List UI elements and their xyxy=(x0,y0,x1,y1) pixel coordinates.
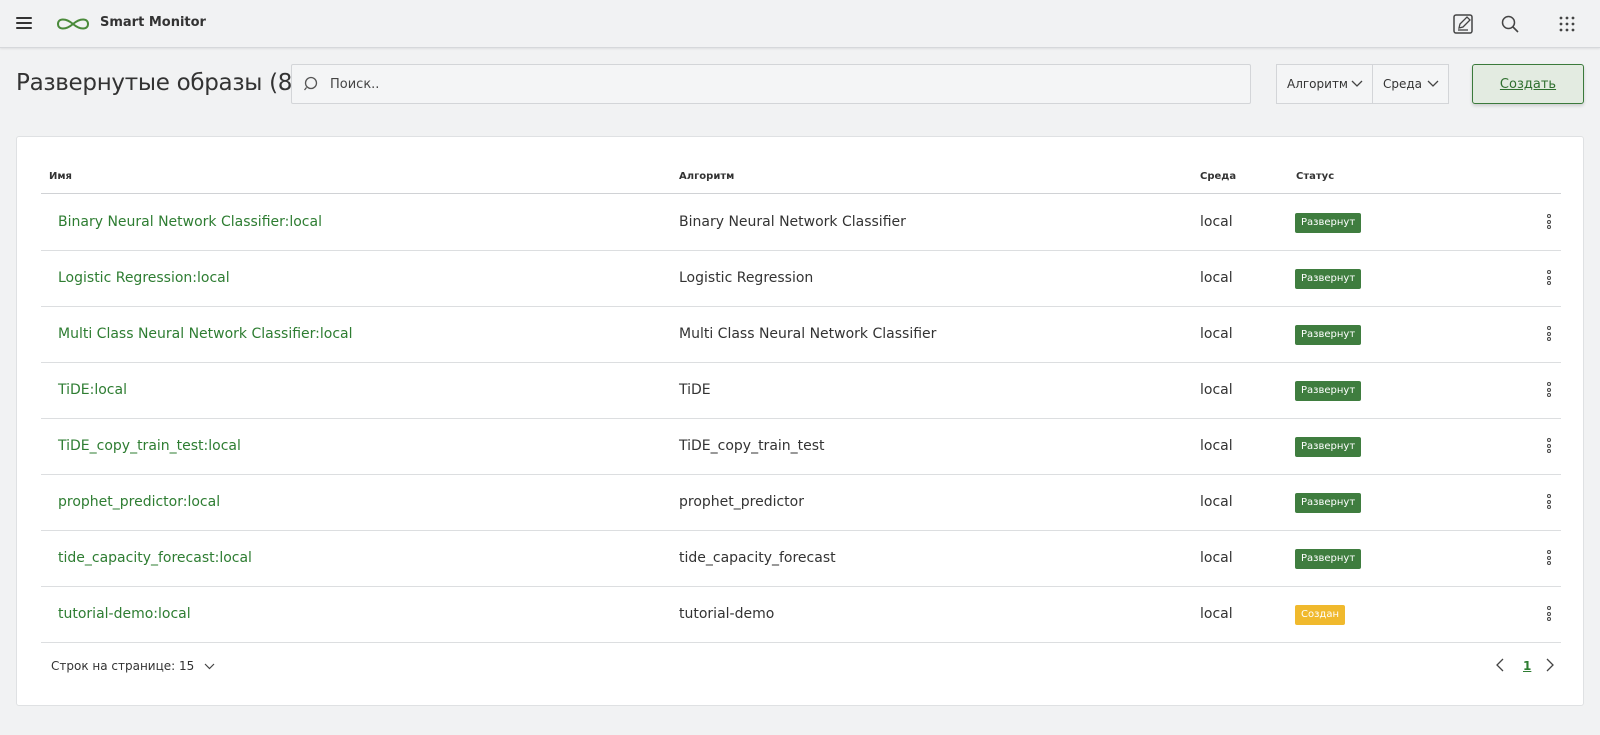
table-row[interactable]: TiDE:local TiDE local Развернут xyxy=(41,362,1561,419)
algorithm-cell: Binary Neural Network Classifier xyxy=(679,214,906,230)
status-badge: Развернут xyxy=(1295,437,1362,457)
more-actions-icon[interactable] xyxy=(1544,270,1554,288)
search-box xyxy=(291,64,1251,104)
page-title: Развернутые образы (8) xyxy=(16,70,301,96)
image-name-link[interactable]: prophet_predictor:local xyxy=(58,494,220,510)
status-badge: Развернут xyxy=(1295,213,1362,233)
image-name-link[interactable]: Multi Class Neural Network Classifier:lo… xyxy=(58,326,353,342)
algorithm-cell: Logistic Regression xyxy=(679,270,814,286)
more-actions-icon[interactable] xyxy=(1544,550,1554,568)
status-badge: Развернут xyxy=(1295,493,1362,513)
rows-per-page-label: Строк на странице: 15 xyxy=(51,659,195,673)
algorithm-filter-dropdown[interactable]: Алгоритм xyxy=(1276,64,1373,104)
more-actions-icon[interactable] xyxy=(1544,326,1554,344)
edit-icon[interactable] xyxy=(1451,12,1475,36)
menu-icon[interactable] xyxy=(14,14,34,34)
image-name-link[interactable]: Logistic Regression:local xyxy=(58,270,230,286)
column-header-name[interactable]: Имя xyxy=(49,171,72,182)
table-row[interactable]: Logistic Regression:local Logistic Regres… xyxy=(41,250,1561,307)
image-name-link[interactable]: tide_capacity_forecast:local xyxy=(58,550,252,566)
more-actions-icon[interactable] xyxy=(1544,494,1554,512)
chevron-left-icon[interactable] xyxy=(1493,657,1509,673)
environment-cell: local xyxy=(1200,438,1233,454)
status-badge: Развернут xyxy=(1295,549,1362,569)
top-bar: Smart Monitor xyxy=(0,0,1600,48)
algorithm-cell: prophet_predictor xyxy=(679,494,804,510)
algorithm-cell: tutorial-demo xyxy=(679,606,775,622)
environment-cell: local xyxy=(1200,214,1233,230)
pagination-page[interactable]: 1 xyxy=(1523,659,1531,673)
environment-filter-dropdown[interactable]: Среда xyxy=(1372,64,1449,104)
environment-cell: local xyxy=(1200,382,1233,398)
column-header-algorithm[interactable]: Алгоритм xyxy=(679,171,734,182)
rows-per-page-selector[interactable]: Строк на странице: 15 xyxy=(51,659,215,673)
algorithm-cell: TiDE_copy_train_test xyxy=(679,438,825,454)
search-icon[interactable] xyxy=(1498,12,1522,36)
column-header-status[interactable]: Статус xyxy=(1296,171,1334,182)
status-badge: Развернут xyxy=(1295,381,1362,401)
chevron-down-icon xyxy=(1351,80,1363,87)
environment-cell: local xyxy=(1200,326,1233,342)
logo-icon xyxy=(56,18,90,30)
table-row[interactable]: prophet_predictor:local prophet_predictor… xyxy=(41,474,1561,531)
status-badge: Развернут xyxy=(1295,325,1362,345)
algorithm-filter-label: Алгоритм xyxy=(1287,77,1348,91)
table-row[interactable]: tutorial-demo:local tutorial-demo local Соз… xyxy=(41,586,1561,643)
more-actions-icon[interactable] xyxy=(1544,214,1554,232)
table-row[interactable]: Binary Neural Network Classifier:local Bi… xyxy=(41,194,1561,251)
table-row[interactable]: Multi Class Neural Network Classifier:lo… xyxy=(41,306,1561,363)
environment-filter-label: Среда xyxy=(1383,77,1423,91)
app-title: Smart Monitor xyxy=(100,15,206,30)
column-header-environment[interactable]: Среда xyxy=(1200,171,1236,182)
more-actions-icon[interactable] xyxy=(1544,606,1554,624)
search-icon xyxy=(303,76,318,91)
table-row[interactable]: tide_capacity_forecast:local tide_capacit… xyxy=(41,530,1561,587)
image-name-link[interactable]: Binary Neural Network Classifier:local xyxy=(58,214,322,230)
more-actions-icon[interactable] xyxy=(1544,438,1554,456)
environment-cell: local xyxy=(1200,550,1233,566)
environment-cell: local xyxy=(1200,494,1233,510)
image-name-link[interactable]: TiDE:local xyxy=(58,382,127,398)
chevron-right-icon[interactable] xyxy=(1541,657,1557,673)
images-table-card: Имя Алгоритм Среда Статус Binary Neural … xyxy=(16,136,1584,706)
image-name-link[interactable]: tutorial-demo:local xyxy=(58,606,191,622)
apps-grid-icon[interactable] xyxy=(1555,12,1579,36)
image-name-link[interactable]: TiDE_copy_train_test:local xyxy=(58,438,241,454)
create-button[interactable]: Создать xyxy=(1472,64,1584,104)
algorithm-cell: Multi Class Neural Network Classifier xyxy=(679,326,937,342)
environment-cell: local xyxy=(1200,606,1233,622)
status-badge: Развернут xyxy=(1295,269,1362,289)
chevron-down-icon xyxy=(204,663,215,670)
table-row[interactable]: TiDE_copy_train_test:local TiDE_copy_trai… xyxy=(41,418,1561,475)
more-actions-icon[interactable] xyxy=(1544,382,1554,400)
environment-cell: local xyxy=(1200,270,1233,286)
algorithm-cell: TiDE xyxy=(679,382,711,398)
chevron-down-icon xyxy=(1427,80,1439,87)
search-input[interactable] xyxy=(330,65,1240,103)
algorithm-cell: tide_capacity_forecast xyxy=(679,550,836,566)
status-badge: Создан xyxy=(1295,605,1345,625)
